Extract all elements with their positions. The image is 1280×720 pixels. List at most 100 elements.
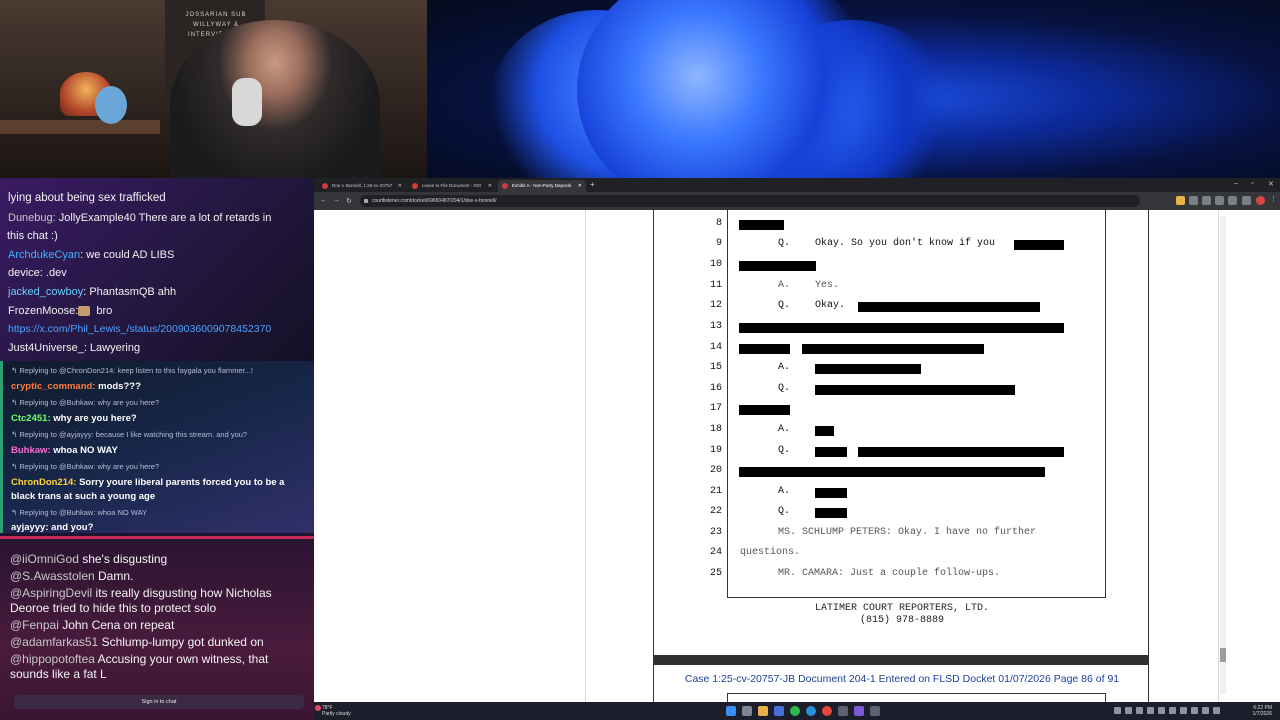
download-icon[interactable] xyxy=(1215,196,1224,205)
chat-message: Just4Universe_: Lawyering xyxy=(8,342,141,354)
chat-message: ArchdukeCyan: we could AD LIBS xyxy=(8,249,175,261)
next-page: Case 1:25-cv-20757-JB Document 204-1 Ent… xyxy=(653,664,1149,702)
bookmark-folder-icon[interactable] xyxy=(1176,196,1185,205)
extension-icon[interactable] xyxy=(1202,196,1211,205)
favicon-icon xyxy=(412,183,418,189)
speaker-label: A. xyxy=(778,362,791,373)
tray-icon[interactable] xyxy=(1136,707,1143,714)
taskbar: 78°F Partly cloudy 6:22 PM 1/7/2026 xyxy=(314,702,1280,720)
maximize-icon[interactable]: ▫ xyxy=(1251,180,1253,187)
shelf xyxy=(0,120,160,134)
tray-icon[interactable] xyxy=(1169,707,1176,714)
transcript-text: Okay. So you don't know if you xyxy=(815,238,996,249)
split-view-icon[interactable] xyxy=(1242,196,1251,205)
line-number: 14 xyxy=(709,342,722,353)
speaker-label: A. xyxy=(778,486,791,497)
plush-toy xyxy=(95,86,127,124)
tray-icon[interactable] xyxy=(1202,707,1209,714)
chat-message: @S.Awasstolen Damn. xyxy=(10,569,134,583)
tab-exhibit-a[interactable]: Exhibit A - Non-Party Depositi ✕ xyxy=(498,180,586,192)
transcript-text: MS. SCHLUMP PETERS: Okay. I have no furt… xyxy=(778,527,1037,538)
redaction-block xyxy=(739,467,1045,477)
microphone xyxy=(232,78,262,126)
reply-context: ↰ Replying to @Buhkaw: why are you here? xyxy=(11,398,160,407)
chat-message: @AspiringDevil its really disgusting how… xyxy=(10,586,272,615)
obs-icon[interactable] xyxy=(854,706,864,716)
new-tab-button[interactable]: + xyxy=(590,180,595,189)
line-number: 24 xyxy=(709,547,722,558)
scrollbar-thumb[interactable] xyxy=(1220,648,1226,662)
chat-message: jacked_cowboy: PhantasmQB ahh xyxy=(8,286,177,298)
redaction-block xyxy=(739,344,790,354)
redaction-block xyxy=(815,426,834,436)
forward-icon[interactable]: → xyxy=(333,197,340,204)
line-number: 18 xyxy=(709,424,722,435)
favicon-icon xyxy=(322,183,328,189)
tab-leave-to-file[interactable]: Leave to File Document - #20 ✕ xyxy=(408,180,496,192)
tab-doe-v-bonnell[interactable]: Doe v. Bonnell, 1:25-cv-20757 ✕ xyxy=(318,180,406,192)
line-number: 17 xyxy=(709,403,722,414)
transcript-text: questions. xyxy=(740,547,801,558)
spotify-icon[interactable] xyxy=(790,706,800,716)
tray-icon[interactable] xyxy=(1213,707,1220,714)
app-icon[interactable] xyxy=(838,706,848,716)
speaker-label: A. xyxy=(778,424,791,435)
minimize-icon[interactable]: – xyxy=(1234,180,1238,187)
weather-icon xyxy=(315,705,321,711)
app-icon[interactable] xyxy=(870,706,880,716)
tray-icon[interactable] xyxy=(1125,707,1132,714)
redaction-block xyxy=(1014,240,1064,250)
close-window-icon[interactable]: ✕ xyxy=(1268,180,1274,188)
edge-icon[interactable] xyxy=(806,706,816,716)
redaction-block xyxy=(858,447,1064,457)
transcript-text: Yes. xyxy=(815,280,840,291)
tray-icon[interactable] xyxy=(1114,707,1121,714)
browser-window: Doe v. Bonnell, 1:25-cv-20757 ✕ Leave to … xyxy=(314,178,1280,702)
line-number: 19 xyxy=(709,445,722,456)
transcript-text: MR. CAMARA: Just a couple follow-ups. xyxy=(778,568,1001,579)
profile-avatar[interactable] xyxy=(1256,196,1265,205)
close-tab-icon[interactable]: ✕ xyxy=(398,180,402,192)
chat-section-bottom: @iiOmniGod she's disgusting @S.Awasstole… xyxy=(0,536,314,720)
tray-icon[interactable] xyxy=(1147,707,1154,714)
chat-message: @iiOmniGod she's disgusting xyxy=(10,552,168,566)
start-icon[interactable] xyxy=(726,706,736,716)
line-number: 16 xyxy=(709,383,722,394)
reply-context: ↰ Replying to @Buhkaw: whoa NO WAY xyxy=(11,508,148,517)
file-explorer-icon[interactable] xyxy=(758,706,768,716)
weather-widget[interactable]: 78°F Partly cloudy xyxy=(322,705,351,717)
system-clock[interactable]: 6:22 PM 1/7/2026 xyxy=(1253,705,1272,717)
line-number: 21 xyxy=(709,486,722,497)
extension-icon[interactable] xyxy=(1189,196,1198,205)
chat-message-cont: black trans at such a young age xyxy=(11,491,156,502)
close-tab-icon[interactable]: ✕ xyxy=(578,180,582,192)
chrome-icon[interactable] xyxy=(822,706,832,716)
back-icon[interactable]: ← xyxy=(320,197,327,204)
chat-link[interactable]: https://x.com/Phil_Lewis_/status/2009036… xyxy=(8,323,271,335)
redaction-block xyxy=(815,385,1015,395)
close-tab-icon[interactable]: ✕ xyxy=(488,180,492,192)
reload-icon[interactable]: ↻ xyxy=(346,197,352,205)
url-field[interactable]: courtlistener.com/docket/69650487/204/1/… xyxy=(360,195,1140,207)
chat-message: ayjayyy: and you? xyxy=(11,522,94,533)
sidebar-icon[interactable] xyxy=(1228,196,1237,205)
docket-header: Case 1:25-cv-20757-JB Document 204-1 Ent… xyxy=(684,673,1120,685)
chat-message: lying about being sex trafficked xyxy=(8,192,166,204)
desktop-wallpaper xyxy=(427,0,1280,178)
line-number: 13 xyxy=(709,321,722,332)
tray-icon[interactable] xyxy=(1158,707,1165,714)
chat-message: cryptic_command: mods??? xyxy=(11,381,141,392)
tray-icon[interactable] xyxy=(1191,707,1198,714)
tray-icon[interactable] xyxy=(1180,707,1187,714)
sign-in-to-chat-button[interactable]: Sign in to chat xyxy=(14,695,304,709)
app-icon[interactable] xyxy=(774,706,784,716)
page-content: 8 9 Q. Okay. So you don't know if you 10… xyxy=(314,210,1280,702)
search-icon[interactable] xyxy=(742,706,752,716)
menu-kebab-icon[interactable]: ⋮ xyxy=(1270,195,1277,203)
scrollbar-track[interactable] xyxy=(1220,216,1226,694)
transcript-frame xyxy=(727,693,1106,702)
favicon-icon xyxy=(502,183,508,189)
redaction-block xyxy=(858,302,1040,312)
chat-message: @hippopotoftea Accusing your own witness… xyxy=(10,652,269,681)
left-margin xyxy=(354,210,586,702)
